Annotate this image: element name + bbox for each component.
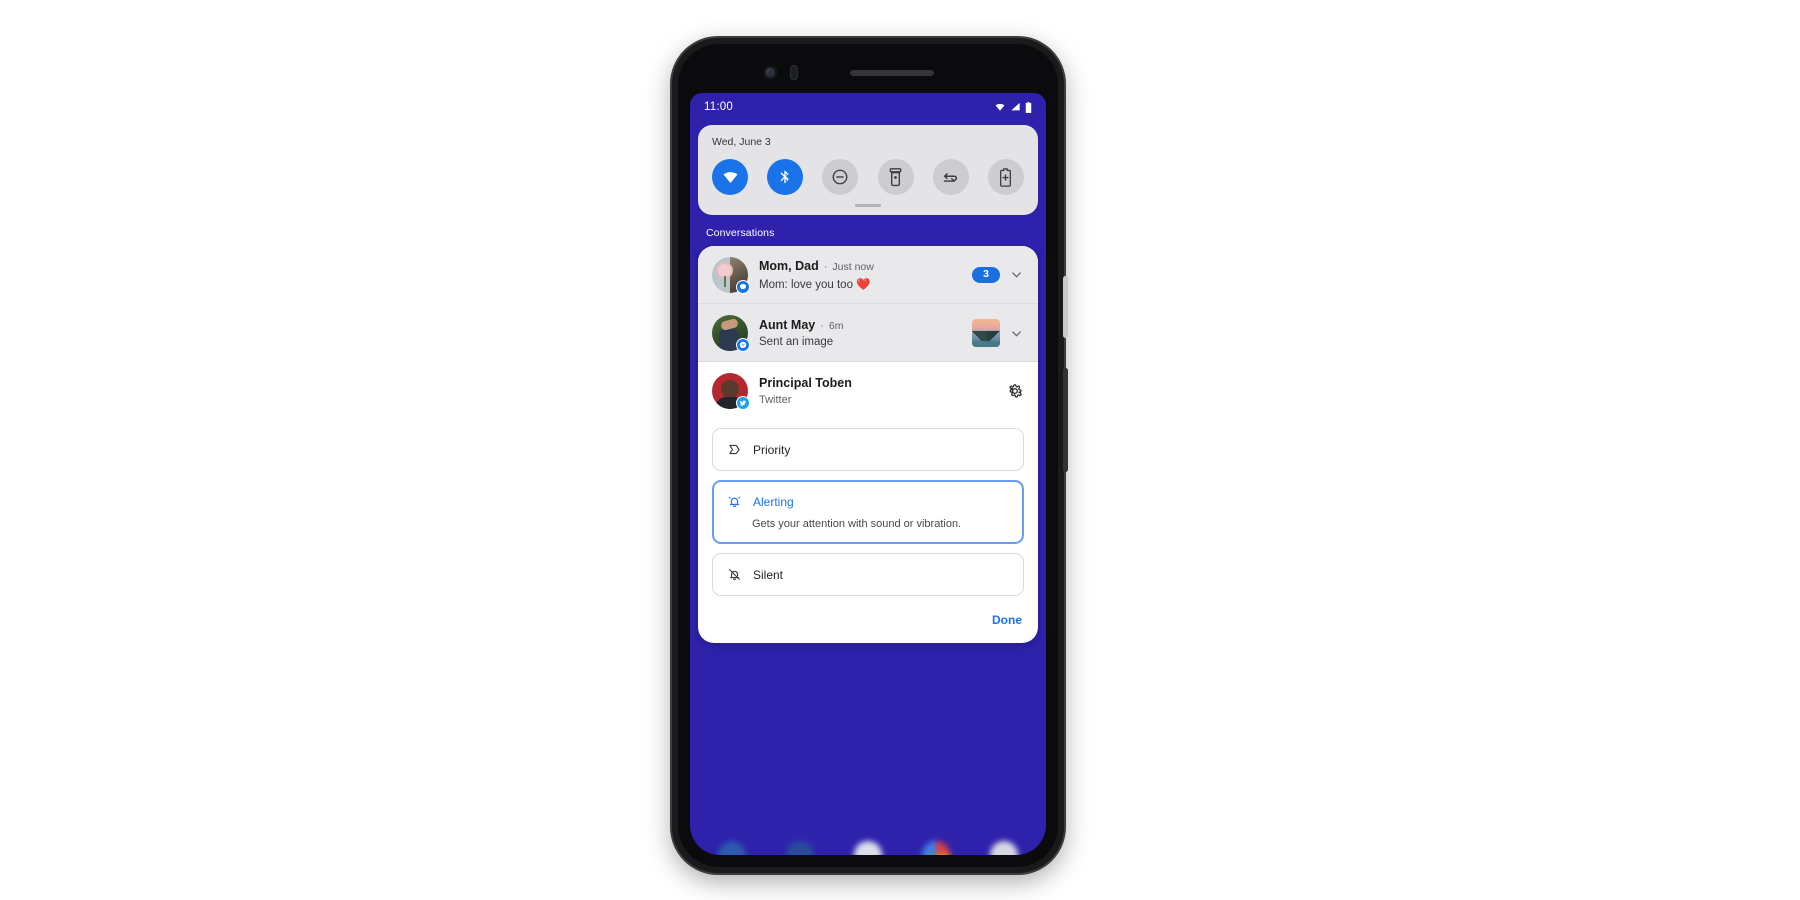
- twitter-icon: [736, 396, 750, 410]
- option-label: Alerting: [753, 494, 794, 509]
- conversation-title-line: Aunt May · 6m: [759, 318, 961, 334]
- conversation-row-actions: [1006, 382, 1024, 400]
- conversation-timestamp: Just now: [832, 261, 874, 274]
- blurred-app-icon: [922, 841, 950, 855]
- option-priority[interactable]: Priority: [712, 428, 1024, 471]
- wifi-tile[interactable]: [712, 159, 748, 195]
- option-alerting[interactable]: Alerting Gets your attention with sound …: [712, 480, 1024, 544]
- avatar: [712, 373, 750, 410]
- option-silent[interactable]: Silent: [712, 553, 1024, 596]
- signal-icon: [1011, 102, 1020, 111]
- option-label: Silent: [753, 567, 784, 582]
- quick-settings-date: Wed, June 3: [712, 136, 771, 148]
- blurred-app-icon: [718, 841, 746, 855]
- do-not-disturb-icon: [832, 169, 848, 185]
- bell-off-icon: [729, 569, 740, 581]
- option-header: Priority: [727, 442, 1009, 457]
- bluetooth-tile[interactable]: [767, 159, 804, 195]
- conversation-row-mom-dad[interactable]: Mom, Dad · Just now Mom: love you too ❤️…: [698, 246, 1038, 304]
- gear-icon[interactable]: [1006, 382, 1024, 400]
- separator-dot: ·: [820, 320, 824, 333]
- messenger-icon: [736, 338, 750, 352]
- option-header: Alerting: [727, 494, 1009, 509]
- unread-count-badge: 3: [972, 266, 1000, 284]
- auto-rotate-tile[interactable]: [932, 159, 969, 195]
- messenger-icon: [739, 341, 747, 349]
- wifi-icon: [723, 172, 737, 183]
- priority-icon: [729, 444, 740, 455]
- wifi-icon: [995, 103, 1005, 111]
- flashlight-icon: [889, 167, 902, 186]
- blurred-app-icons-row: [698, 841, 1038, 855]
- conversation-row-actions: 3: [972, 266, 1024, 284]
- auto-rotate-icon: [943, 172, 958, 182]
- conversation-text: Principal Toben Twitter: [759, 376, 995, 406]
- quick-settings-panel: Wed, June 3: [698, 125, 1038, 215]
- conversation-message: Sent an image: [759, 335, 834, 348]
- battery-saver-icon: [1000, 167, 1012, 187]
- option-header: Silent: [727, 567, 1009, 582]
- volume-rocker[interactable]: [1063, 368, 1068, 472]
- twitter-icon: [739, 400, 747, 406]
- conversation-settings-sheet: Mom, Dad · Just now Mom: love you too ❤️…: [698, 246, 1038, 643]
- option-label: Priority: [753, 442, 791, 457]
- conversation-app-name: Twitter: [759, 393, 792, 406]
- conversation-timestamp: 6m: [828, 320, 844, 333]
- done-button[interactable]: Done: [992, 613, 1022, 627]
- separator-dot: ·: [823, 261, 828, 274]
- avatar: [712, 315, 750, 352]
- power-button[interactable]: [1063, 276, 1068, 338]
- battery-icon: [1025, 101, 1032, 113]
- status-bar: 11:00: [690, 93, 1046, 121]
- conversation-title-line: Principal Toben: [759, 376, 995, 392]
- alerting-bell-icon: [728, 496, 741, 508]
- quick-settings-drag-handle[interactable]: [855, 204, 881, 207]
- conversation-title: Aunt May: [759, 318, 816, 333]
- sheet-actions: Done: [698, 607, 1038, 643]
- status-bar-clock: 11:00: [704, 101, 733, 113]
- conversation-text: Aunt May · 6m Sent an image: [759, 318, 961, 348]
- conversation-title-line: Mom, Dad · Just now: [759, 259, 961, 275]
- flashlight-tile[interactable]: [877, 159, 914, 195]
- chevron-down-icon[interactable]: [1009, 326, 1024, 341]
- option-description: Gets your attention with sound or vibrat…: [752, 518, 962, 530]
- conversations-header: Conversations: [706, 227, 775, 239]
- screenshot-root: 11:00 Wed, June 3 Conversations Mom, Dad…: [0, 0, 1800, 900]
- avatar: [712, 257, 750, 294]
- phone-screen: 11:00 Wed, June 3 Conversations Mom, Dad…: [690, 93, 1046, 855]
- messages-icon: [736, 280, 750, 294]
- conversation-row-principal-toben[interactable]: Principal Toben Twitter: [698, 362, 1038, 420]
- importance-options: Priority Alerting Gets your attention wi…: [698, 420, 1038, 607]
- conversation-row-actions: [972, 319, 1024, 347]
- proximity-sensor-icon: [790, 65, 798, 80]
- message-image-thumbnail[interactable]: [972, 319, 1000, 347]
- bluetooth-icon: [780, 170, 789, 183]
- earpiece-speaker: [850, 70, 934, 76]
- conversation-title: Mom, Dad: [759, 259, 819, 274]
- quick-settings-tiles: [712, 159, 1024, 195]
- status-bar-icons: [994, 101, 1032, 113]
- conversation-text: Mom, Dad · Just now Mom: love you too ❤️: [759, 259, 961, 291]
- do-not-disturb-tile[interactable]: [822, 159, 859, 195]
- front-camera-icon: [764, 66, 777, 79]
- phone-device: 11:00 Wed, June 3 Conversations Mom, Dad…: [672, 38, 1068, 873]
- conversation-title: Principal Toben: [759, 376, 852, 391]
- blurred-app-icon: [990, 841, 1018, 855]
- chevron-down-icon[interactable]: [1009, 267, 1024, 282]
- messages-icon: [739, 284, 747, 290]
- blurred-app-icon: [854, 841, 882, 855]
- battery-saver-tile[interactable]: [987, 159, 1024, 195]
- blurred-app-icon: [786, 841, 814, 855]
- conversation-message: Mom: love you too ❤️: [759, 278, 871, 291]
- conversation-row-aunt-may[interactable]: Aunt May · 6m Sent an image: [698, 304, 1038, 362]
